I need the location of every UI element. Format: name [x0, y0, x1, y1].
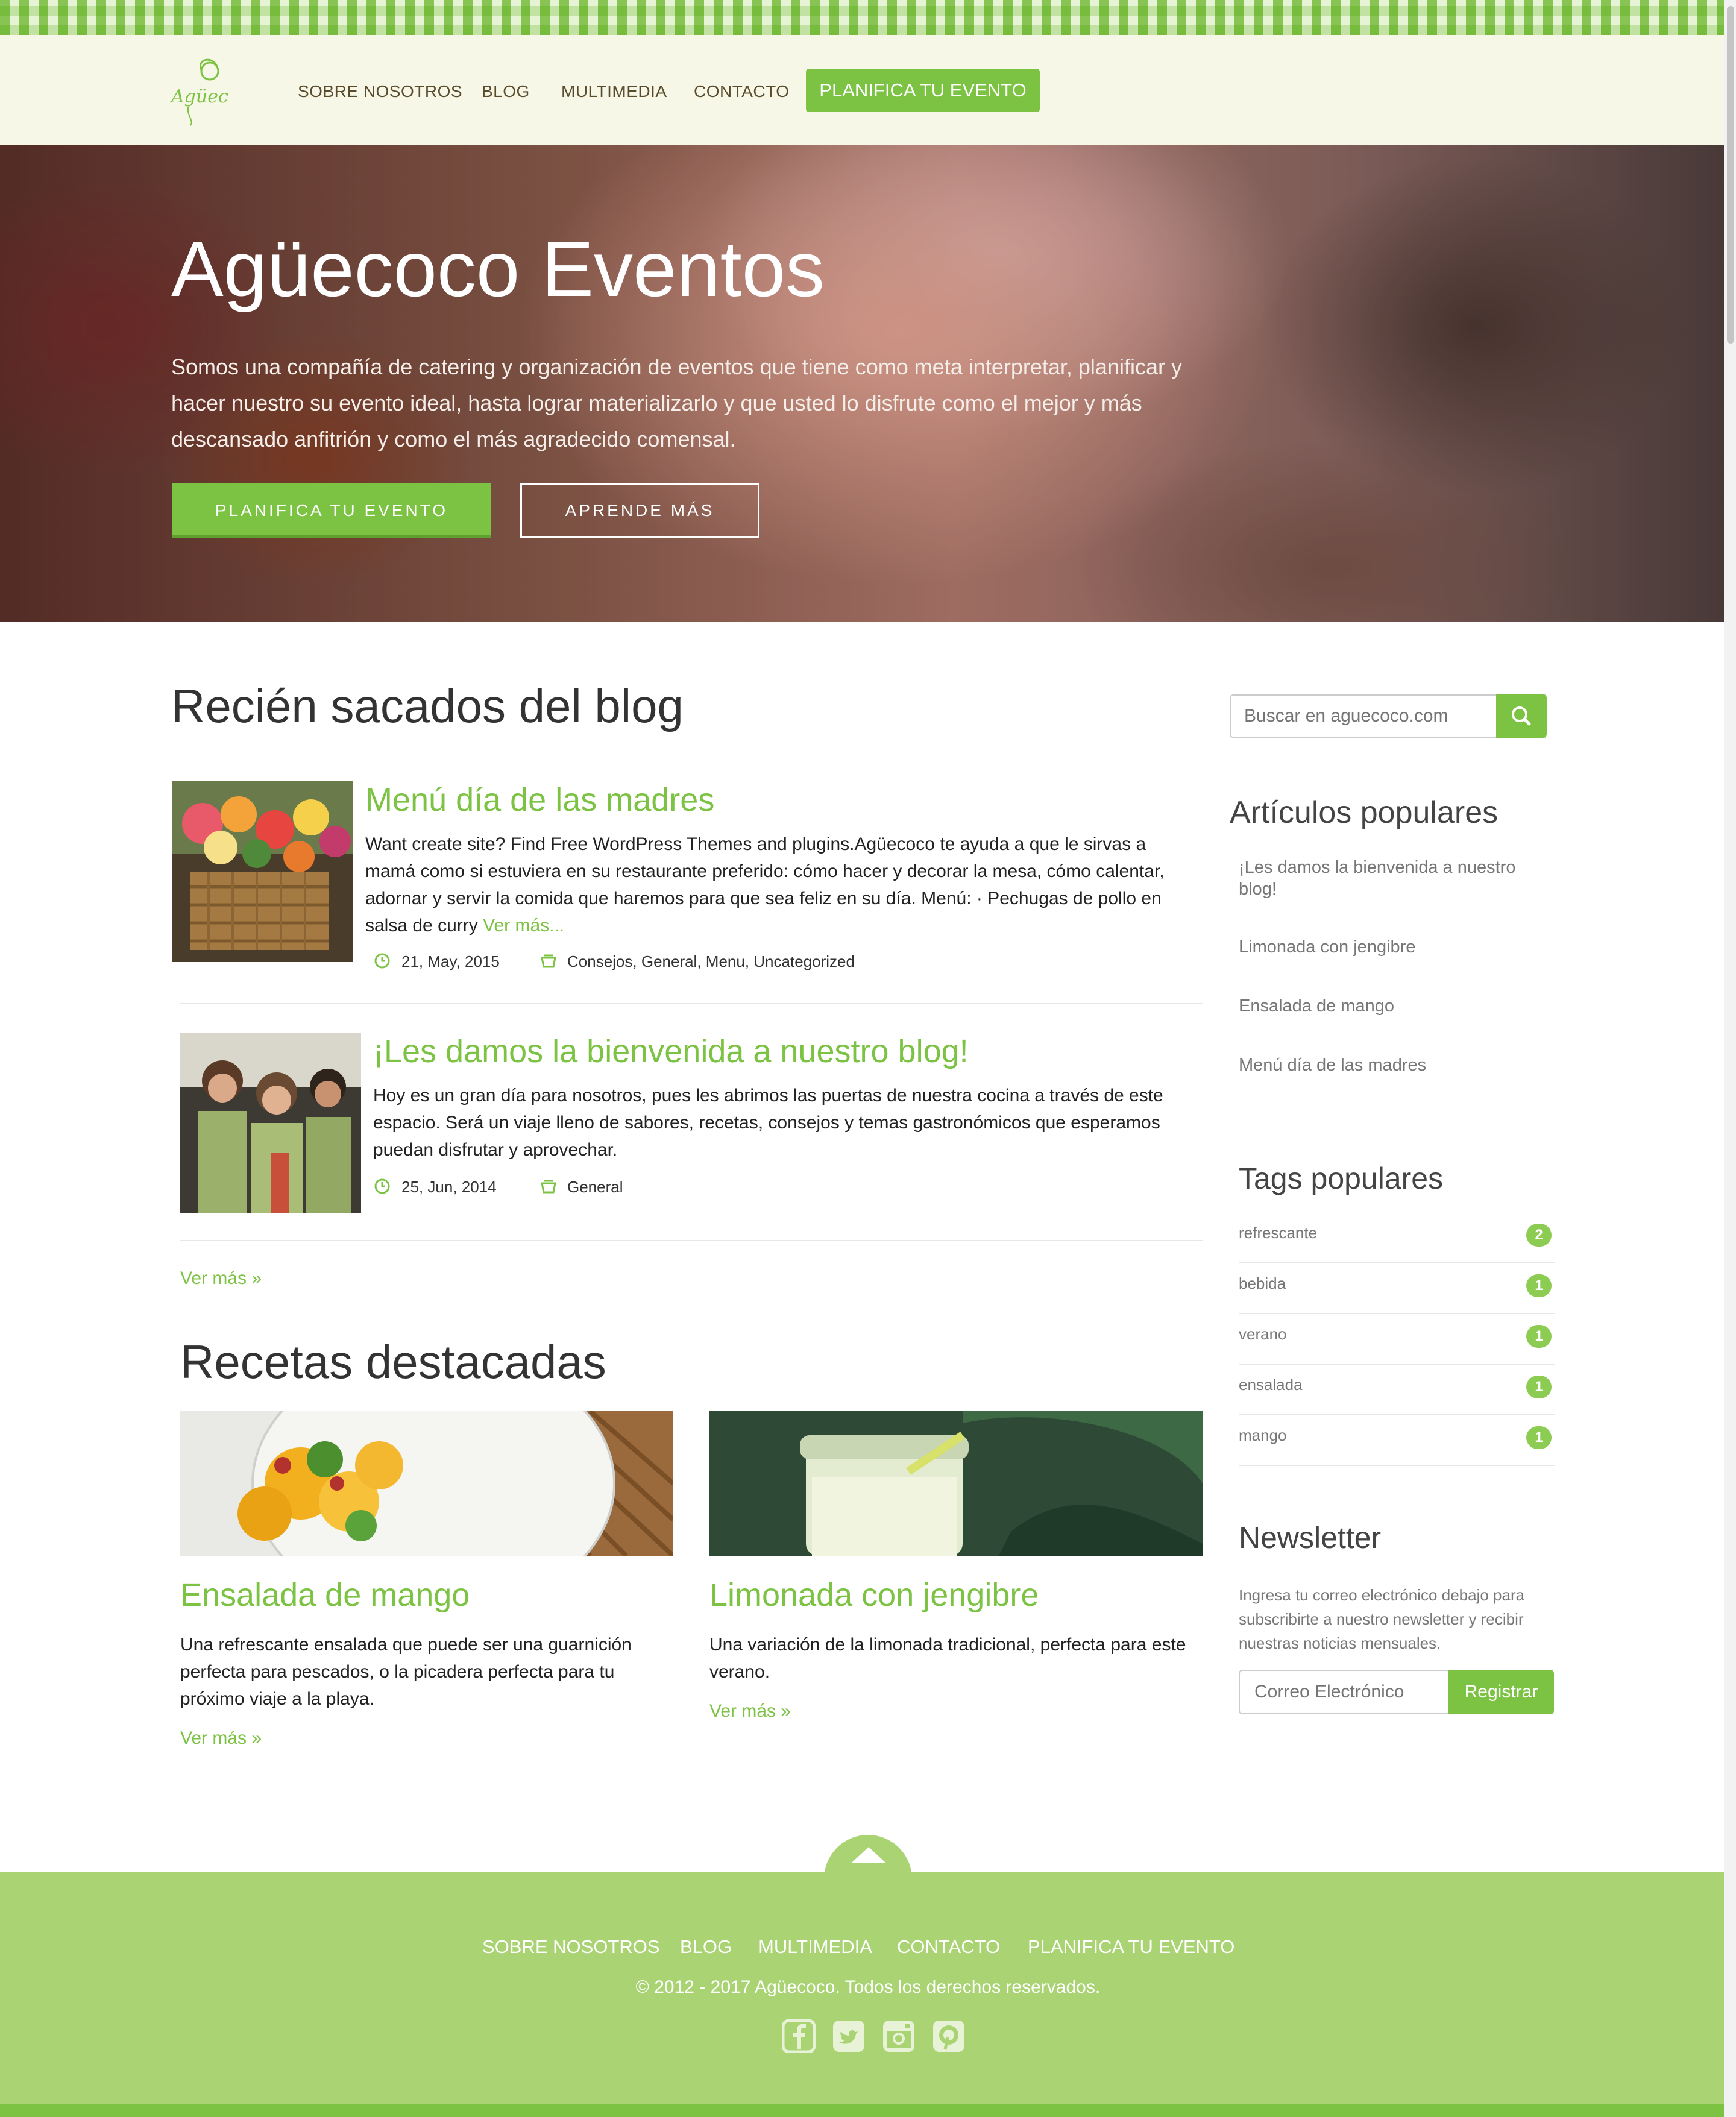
post-date: 25, Jun, 2014: [401, 1178, 497, 1196]
logo[interactable]: Agüecoco: [170, 53, 228, 128]
newsletter-submit-button[interactable]: Registrar: [1448, 1670, 1554, 1714]
hero-aprende-button[interactable]: APRENDE MÁS: [520, 483, 760, 538]
popular-articles-title: Artículos populares: [1230, 795, 1499, 830]
tag-count-badge: 1: [1526, 1325, 1552, 1348]
nav-multimedia[interactable]: MULTIMEDIA: [561, 80, 667, 104]
recipe-description: Una refrescante ensalada que puede ser u…: [180, 1635, 632, 1709]
footer-nav-blog[interactable]: BLOG: [680, 1936, 732, 1958]
post-read-more-link[interactable]: Ver más...: [483, 916, 564, 936]
recipe-title[interactable]: Limonada con jengibre: [709, 1576, 1039, 1614]
tag-row[interactable]: mango 1: [1239, 1414, 1555, 1466]
recipes-section-title: Recetas destacadas: [180, 1335, 606, 1388]
recipe-see-more-link[interactable]: Ver más »: [709, 1701, 791, 1722]
popular-article-link[interactable]: ¡Les damos la bienvenida a nuestro blog!: [1239, 857, 1552, 900]
tag-name[interactable]: bebida: [1239, 1274, 1286, 1293]
footer-copyright: © 2012 - 2017 Agüecoco. Todos los derech…: [635, 1977, 1101, 1997]
post-date: 21, May, 2015: [401, 952, 500, 970]
tag-name[interactable]: refrescante: [1239, 1224, 1317, 1242]
clock-icon: [374, 1178, 390, 1194]
newsletter-title: Newsletter: [1239, 1521, 1382, 1555]
lemonade-photo-icon: [709, 1411, 1203, 1556]
page-scrollbar[interactable]: [1724, 0, 1736, 2117]
hero-planifica-button[interactable]: PLANIFICA TU EVENTO: [172, 483, 491, 538]
mango-salad-photo-icon: [180, 1411, 673, 1556]
search-button[interactable]: [1496, 694, 1547, 738]
hero-description: Somos una compañía de catering y organiz…: [171, 354, 1182, 451]
tag-count-badge: 1: [1526, 1376, 1552, 1398]
hero-title: Agüecoco Eventos: [171, 225, 825, 313]
nav-contacto[interactable]: CONTACTO: [694, 80, 790, 104]
tag-count-badge: 1: [1526, 1274, 1552, 1297]
post-categories[interactable]: Consejos, General, Menu, Uncategorized: [567, 952, 855, 971]
search-icon: [1512, 706, 1531, 726]
scrollbar-thumb[interactable]: [1727, 6, 1734, 344]
popular-article-link[interactable]: Ensalada de mango: [1239, 995, 1552, 1017]
blog-section-title: Recién sacados del blog: [171, 679, 684, 732]
flower-basket-photo-icon: [172, 781, 353, 962]
tag-count-badge: 1: [1526, 1426, 1552, 1449]
tag-name[interactable]: verano: [1239, 1325, 1287, 1344]
tag-row[interactable]: ensalada 1: [1239, 1364, 1555, 1415]
nav-blog[interactable]: BLOG: [482, 80, 530, 104]
blog-see-more-link[interactable]: Ver más »: [180, 1268, 262, 1289]
clock-icon: [374, 953, 390, 969]
twitter-icon[interactable]: [832, 2019, 866, 2053]
post-categories[interactable]: General: [567, 1178, 623, 1197]
popular-article-link[interactable]: Menú día de las madres: [1239, 1054, 1552, 1076]
recipe-see-more-link[interactable]: Ver más »: [180, 1728, 262, 1749]
instagram-icon[interactable]: [882, 2019, 916, 2053]
newsletter-email-field[interactable]: [1239, 1670, 1450, 1714]
pinterest-icon[interactable]: [932, 2019, 966, 2053]
footer-nav-planifica[interactable]: PLANIFICA TU EVENTO: [1028, 1936, 1234, 1958]
popular-tags-title: Tags populares: [1239, 1162, 1444, 1195]
recipe-description: Una variación de la limonada tradicional…: [709, 1635, 1186, 1682]
tag-row[interactable]: verano 1: [1239, 1313, 1555, 1365]
newsletter-description: Ingresa tu correo electrónico debajo par…: [1239, 1586, 1525, 1652]
team-photo-icon: [180, 1033, 361, 1213]
post-title[interactable]: Menú día de las madres: [365, 781, 714, 819]
tag-row[interactable]: bebida 1: [1239, 1262, 1555, 1314]
category-icon: [541, 1180, 556, 1194]
nav-planifica-button[interactable]: PLANIFICA TU EVENTO: [806, 69, 1040, 112]
hero-banner: Agüecoco Eventos Somos una compañía de c…: [0, 145, 1736, 622]
recipe-image[interactable]: [180, 1411, 673, 1556]
tag-count-badge: 2: [1526, 1224, 1552, 1247]
post-divider: [180, 1003, 1203, 1004]
recipe-image[interactable]: [709, 1411, 1203, 1556]
post-title[interactable]: ¡Les damos la bienvenida a nuestro blog!: [373, 1033, 969, 1070]
arrow-up-icon: [852, 1847, 885, 1863]
post-excerpt: Hoy es un gran día para nosotros, pues l…: [373, 1086, 1163, 1160]
svg-text:Agüecoco: Agüecoco: [170, 86, 228, 107]
post-image[interactable]: [180, 1033, 361, 1213]
post-excerpt: Want create site? Find Free WordPress Th…: [365, 831, 1185, 939]
footer-nav-contacto[interactable]: CONTACTO: [897, 1936, 1000, 1958]
category-icon: [541, 954, 556, 968]
recipe-title[interactable]: Ensalada de mango: [180, 1576, 470, 1614]
footer-bottom-bar: [0, 2104, 1736, 2117]
post-divider: [180, 1240, 1203, 1241]
tag-row[interactable]: refrescante 2: [1239, 1212, 1555, 1263]
footer-nav-multimedia[interactable]: MULTIMEDIA: [758, 1936, 872, 1958]
nav-sobre-nosotros[interactable]: SOBRE NOSOTROS: [298, 80, 462, 104]
facebook-icon[interactable]: [782, 2019, 816, 2053]
footer-nav-sobre-nosotros[interactable]: SOBRE NOSOTROS: [482, 1936, 660, 1958]
popular-article-link[interactable]: Limonada con jengibre: [1239, 936, 1552, 958]
gingham-top-border: [0, 0, 1736, 35]
site-header: Agüecoco SOBRE NOSOTROS BLOG MULTIMEDIA …: [0, 35, 1736, 145]
post-image[interactable]: [172, 781, 353, 962]
tag-name[interactable]: mango: [1239, 1426, 1287, 1445]
tag-name[interactable]: ensalada: [1239, 1376, 1303, 1394]
